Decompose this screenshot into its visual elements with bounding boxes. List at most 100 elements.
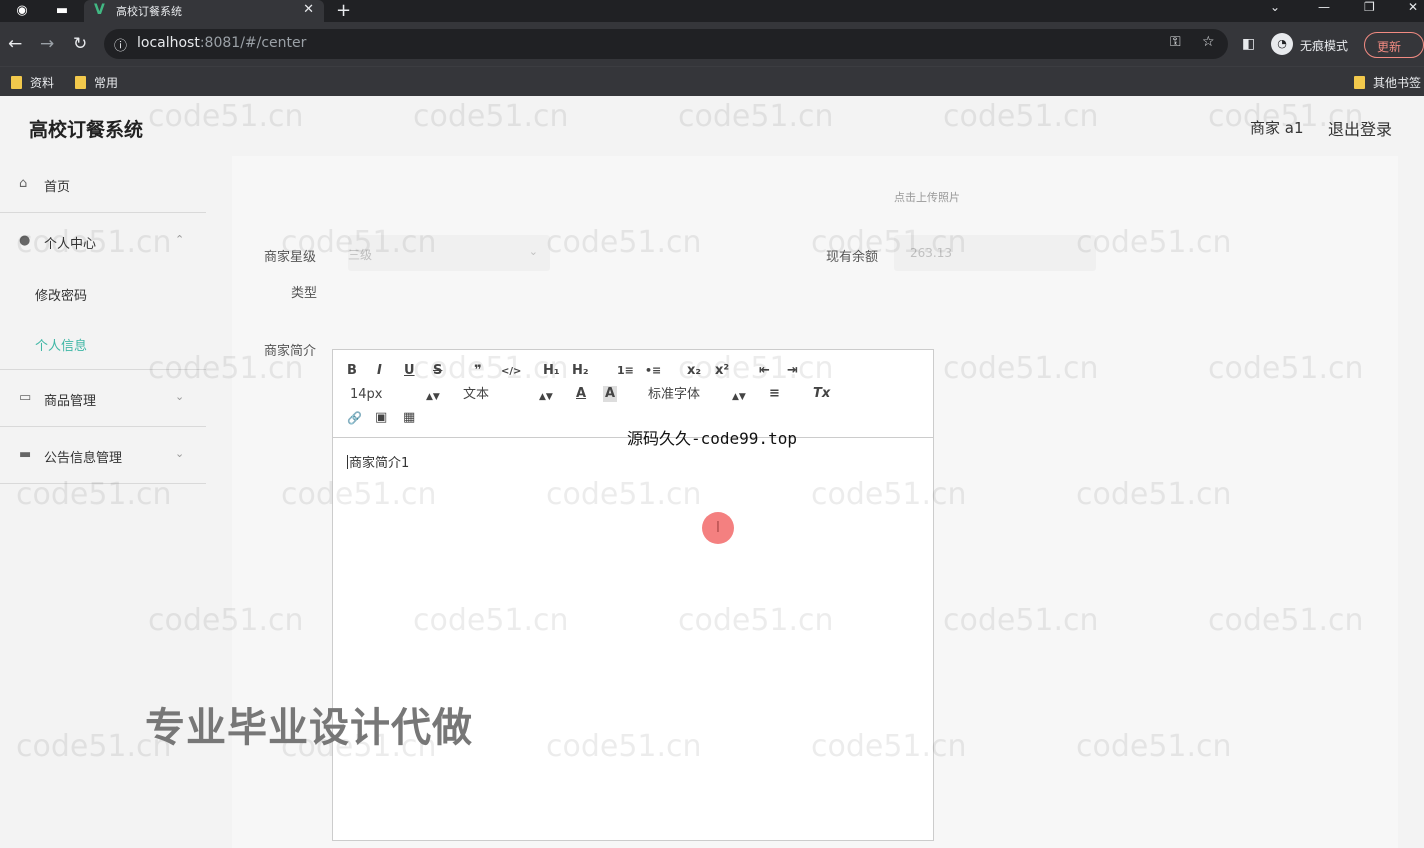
subscript-button[interactable]: x₂ <box>687 363 701 379</box>
blockquote-button[interactable]: ❞ <box>474 363 482 379</box>
address-url[interactable]: localhost:8081/#/center <box>137 35 306 51</box>
browser-tab[interactable]: V 高校订餐系统 ✕ <box>84 0 324 22</box>
folder-icon <box>11 76 22 89</box>
tab-close-icon[interactable]: ✕ <box>303 2 314 17</box>
restore-icon[interactable]: ❐ <box>1364 0 1375 14</box>
align-button[interactable]: ≡ <box>769 386 780 402</box>
link-button[interactable]: 🔗 <box>347 410 362 426</box>
incognito-indicator[interactable]: ◔ 无痕模式 <box>1270 33 1354 57</box>
font-family-value: 标准字体 <box>648 387 701 402</box>
browser-toolbar: ← → ↻ ⓘ localhost:8081/#/center ⚿ ☆ ◧ ◔ … <box>0 22 1424 66</box>
strike-button[interactable]: S <box>433 363 442 379</box>
back-arrow-icon[interactable]: ← <box>8 34 22 54</box>
sidebar-item-label: 公告信息管理 <box>44 451 123 466</box>
sidebar-subitem-change-password[interactable]: 修改密码 <box>35 285 87 304</box>
bold-button[interactable]: B <box>347 363 357 379</box>
sidebar-item-notice-mgmt[interactable]: ▬ 公告信息管理 ⌄ <box>0 447 206 467</box>
header-2-button[interactable]: H₂ <box>572 363 589 379</box>
header-select[interactable]: 文本 ▲▼ <box>463 387 553 403</box>
editor-content[interactable]: 商家简介1 <box>347 452 409 471</box>
font-size-select[interactable]: 14px ▲▼ <box>350 387 440 403</box>
underline-button[interactable]: U <box>404 363 415 379</box>
chevron-down-icon: ⌄ <box>175 390 185 403</box>
text-caret <box>347 455 348 469</box>
outdent-button[interactable]: ⇤ <box>759 363 770 379</box>
sidebar-divider <box>0 212 206 213</box>
sidebar-subitem-personal-info[interactable]: 个人信息 <box>35 335 87 354</box>
balance-field[interactable]: 263.13 <box>894 235 1096 271</box>
intro-text: 商家简介1 <box>349 456 410 471</box>
level-label: 商家星级 <box>264 250 317 265</box>
code-block-button[interactable]: </> <box>501 364 521 380</box>
clean-format-button[interactable]: Tx <box>813 386 830 402</box>
bookmarks-bar: 资料 常用 其他书签 <box>0 66 1424 96</box>
reload-icon[interactable]: ↻ <box>73 34 87 54</box>
select-arrows-icon: ▲▼ <box>539 392 553 402</box>
overlay-ad-text: 专业毕业设计代做 <box>145 705 473 751</box>
mouse-cursor-highlight: I <box>702 512 734 544</box>
update-label: 更新 <box>1377 40 1402 54</box>
tab-list-icon[interactable]: ⌄ <box>1270 0 1280 14</box>
font-size-value: 14px <box>350 387 383 402</box>
update-button[interactable]: 更新 <box>1364 32 1424 58</box>
overlay-source-text: 源码久久-code99.top <box>627 429 797 448</box>
watermark-text: code51.cn <box>413 99 569 134</box>
sidebar-divider <box>0 369 206 370</box>
balance-value: 263.13 <box>910 246 952 260</box>
folder-icon <box>1354 76 1365 89</box>
home-icon: ⌂ <box>19 176 28 191</box>
header-style-value: 文本 <box>463 387 490 402</box>
incognito-icon: ◔ <box>1271 33 1293 55</box>
bullet-list-button[interactable]: •≡ <box>645 363 661 379</box>
background-color-button[interactable]: A <box>603 386 618 402</box>
sidebar-item-personal-center[interactable]: ● 个人中心 ⌃ <box>0 233 206 253</box>
briefcase-icon: ▬ <box>19 447 32 462</box>
header-1-button[interactable]: H₁ <box>543 363 560 379</box>
star-icon[interactable]: ☆ <box>1202 34 1215 50</box>
chevron-down-icon: ⌄ <box>175 447 185 460</box>
sidebar-item-home[interactable]: ⌂ 首页 <box>0 176 206 196</box>
font-family-select[interactable]: 标准字体 ▲▼ <box>648 387 746 403</box>
user-icon: ● <box>19 233 31 248</box>
product-list-icon: ▭ <box>19 390 32 405</box>
upload-photo-hint[interactable]: 点击上传照片 <box>894 189 960 205</box>
select-arrows-icon: ▲▼ <box>426 392 440 402</box>
indent-button[interactable]: ⇥ <box>787 363 798 379</box>
folder-icon <box>75 76 86 89</box>
tab-search-icon[interactable]: ▬ <box>54 3 70 19</box>
italic-button[interactable]: I <box>377 363 382 379</box>
new-tab-button[interactable]: + <box>336 0 351 21</box>
chevron-up-icon: ⌃ <box>175 233 185 246</box>
watermark-text: code51.cn <box>148 99 304 134</box>
window-close-icon[interactable]: ✕ <box>1408 0 1418 14</box>
vue-logo-icon: V <box>94 2 105 18</box>
rich-text-editor[interactable]: B I U S ❞ </> H₁ H₂ 1≡ •≡ x₂ x² ⇤ ⇥ 14px… <box>332 349 934 841</box>
select-arrows-icon: ▲▼ <box>732 392 746 402</box>
font-color-button[interactable]: A <box>576 386 586 402</box>
level-value: 三级 <box>348 248 373 262</box>
superscript-button[interactable]: x² <box>715 363 729 379</box>
intro-label: 商家简介 <box>264 344 317 359</box>
ordered-list-button[interactable]: 1≡ <box>617 363 634 379</box>
forward-arrow-icon[interactable]: → <box>40 34 54 54</box>
sidebar-item-label: 商品管理 <box>44 394 97 409</box>
side-panel-icon[interactable]: ◧ <box>1242 36 1255 52</box>
sidebar-item-product-mgmt[interactable]: ▭ 商品管理 ⌄ <box>0 390 206 410</box>
address-bar[interactable]: ⓘ localhost:8081/#/center ⚿ ☆ <box>104 29 1228 59</box>
key-icon[interactable]: ⚿ <box>1170 34 1181 50</box>
sidebar-item-label: 首页 <box>44 180 71 195</box>
site-info-icon[interactable]: ⓘ <box>114 35 127 54</box>
browser-tab-bar: ◉ ▬ V 高校订餐系统 ✕ + ⌄ — ❐ ✕ <box>0 0 1424 22</box>
logout-button[interactable]: 退出登录 <box>1328 116 1392 140</box>
bookmark-folder-0[interactable]: 资料 <box>11 74 54 91</box>
minimize-icon[interactable]: — <box>1318 0 1330 14</box>
watermark-text: code51.cn <box>678 99 834 134</box>
bookmark-folder-1[interactable]: 常用 <box>75 74 118 91</box>
level-select[interactable]: 三级 ⌄ <box>348 235 550 271</box>
type-label: 类型 <box>291 286 318 301</box>
image-button[interactable]: ▣ <box>375 410 387 426</box>
app-title: 高校订餐系统 <box>29 119 144 141</box>
other-bookmarks[interactable]: 其他书签 <box>1354 74 1421 91</box>
video-button[interactable]: ▦ <box>403 410 415 426</box>
browser-globe-icon[interactable]: ◉ <box>14 3 30 19</box>
